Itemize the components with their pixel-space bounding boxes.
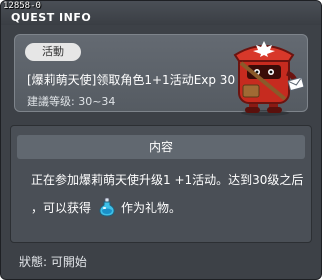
quest-name: [爆莉萌天使]领取角色1+1活动Exp 30 [27,73,236,87]
quest-id: 12858-0 [3,1,41,11]
quest-category-tag: 活動 [25,43,81,61]
quest-status: 狀態: 可開始 [19,255,87,269]
reward-text-suffix: 作为礼物。 [121,200,182,215]
quest-content-panel: 内容 正在参加爆莉萌天使升级1 +1活动。达到30级之后 ，可以获得 作为礼物。 [10,125,312,243]
window-title: QUEST INFO [11,11,92,24]
required-level: 建議等级: 30~34 [27,95,116,108]
reward-text-prefix: ，可以获得 [31,200,92,215]
mailbox-npc-icon [233,41,305,116]
title-bar[interactable]: 12858-0 QUEST INFO [1,1,321,25]
quest-info-window: 12858-0 QUEST INFO 活動 [爆莉萌天使]领取角色1+1活动Ex… [0,0,322,280]
content-header: 内容 [17,135,305,159]
potion-icon[interactable] [97,197,117,217]
content-description-line1: 正在参加爆莉萌天使升级1 +1活动。达到30级之后 [31,173,304,187]
content-description-line2: ，可以获得 作为礼物。 [31,197,181,217]
